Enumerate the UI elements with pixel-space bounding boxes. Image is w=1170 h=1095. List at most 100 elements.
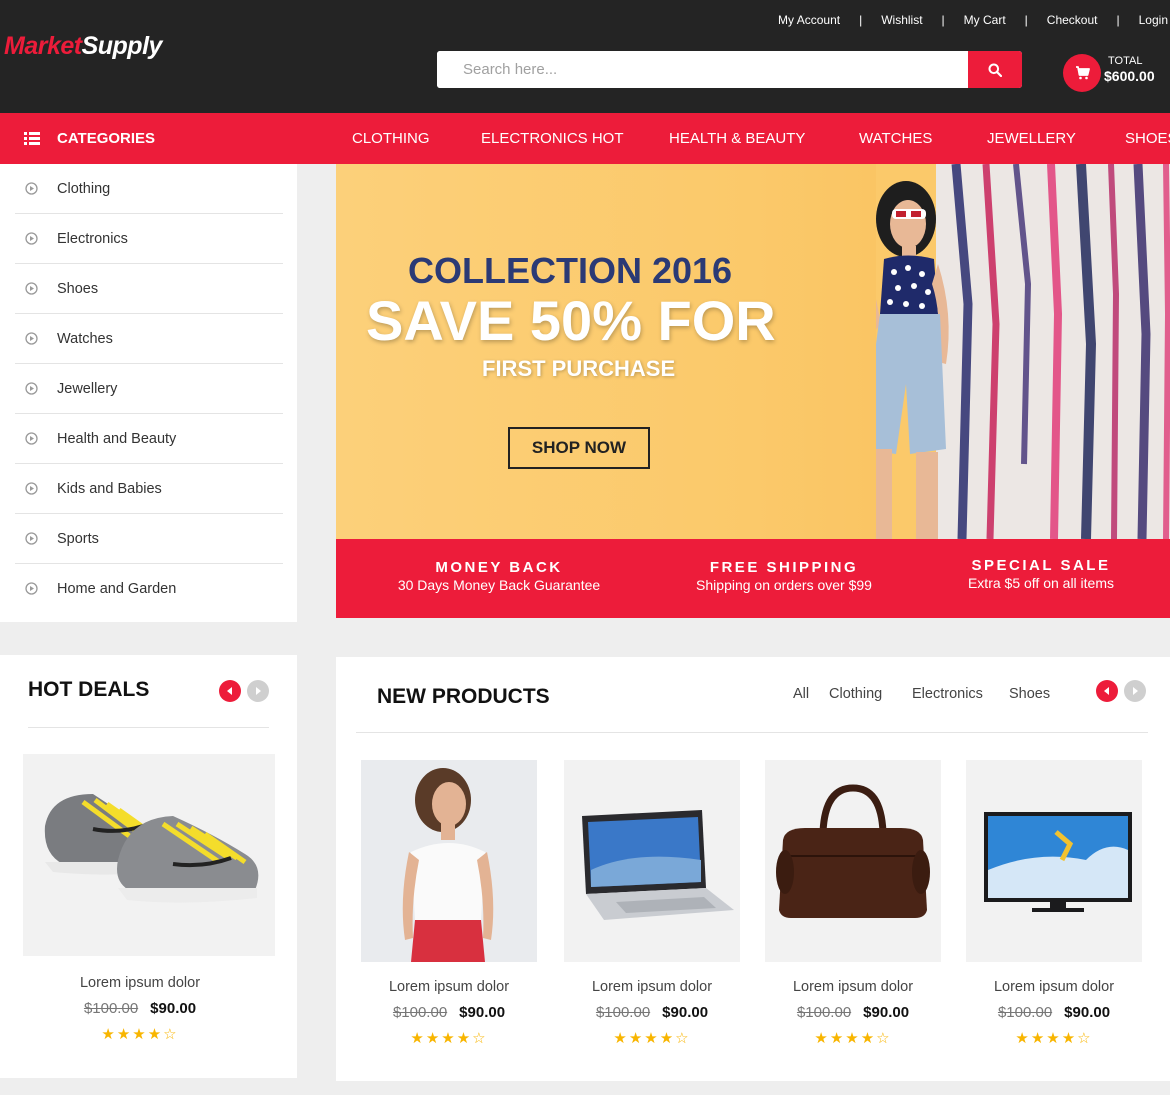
product-rating-stars: ★★★★☆: [410, 1030, 488, 1047]
product-name[interactable]: Lorem ipsum dolor: [358, 979, 540, 995]
feature-money-back: MONEY BACK 30 Days Money Back Guarantee: [393, 559, 605, 593]
feature-title: SPECIAL SALE: [971, 557, 1111, 574]
new-products-title: NEW PRODUCTS: [377, 685, 550, 708]
search-icon: [988, 63, 1002, 77]
search-button[interactable]: [968, 51, 1022, 88]
login-link[interactable]: Login: [1139, 13, 1168, 27]
feature-special-sale: SPECIAL SALE Extra $5 off on all items: [958, 557, 1124, 591]
product-image-woman[interactable]: [361, 760, 537, 962]
product-rating-stars: ★★★★☆: [1015, 1030, 1093, 1047]
nav-item-clothing[interactable]: CLOTHING: [352, 113, 430, 164]
categories-toggle[interactable]: CATEGORIES: [24, 113, 155, 164]
sidebar-item[interactable]: Electronics: [15, 214, 283, 264]
product-image-bag[interactable]: [765, 760, 941, 962]
sidebar-item[interactable]: Shoes: [15, 264, 283, 314]
circle-play-icon: [25, 382, 38, 395]
logo-part1: Market: [4, 32, 82, 60]
cart-icon: [1075, 66, 1090, 80]
caret-left-icon: [1104, 687, 1109, 695]
shop-now-button[interactable]: SHOP NOW: [508, 427, 650, 469]
tab-electronics[interactable]: Electronics: [912, 686, 983, 702]
cart-total-value: $600.00: [1104, 68, 1155, 84]
feature-subtitle: Shipping on orders over $99: [696, 577, 872, 593]
circle-play-icon: [25, 332, 38, 345]
logo-part2: Supply: [81, 32, 163, 60]
checkout-link[interactable]: Checkout: [1047, 13, 1098, 27]
product-old-price: $100.00: [392, 1004, 448, 1021]
sidebar-item-label: Shoes: [57, 280, 99, 297]
caret-left-icon: [227, 687, 232, 695]
product-rating-stars: ★★★★☆: [613, 1030, 691, 1047]
tab-all[interactable]: All: [793, 686, 809, 702]
circle-play-icon: [25, 432, 38, 445]
top-links: My Account | Wishlist | My Cart | Checko…: [778, 13, 1168, 27]
product-price: $100.00 $90.00: [963, 1004, 1145, 1021]
sidebar-item-label: Electronics: [57, 230, 128, 247]
product-name[interactable]: Lorem ipsum dolor: [963, 979, 1145, 995]
feature-subtitle: Extra $5 off on all items: [967, 575, 1115, 591]
sidebar-item-label: Clothing: [57, 180, 111, 197]
nav-item-health-beauty[interactable]: HEALTH & BEAUTY: [669, 113, 805, 164]
link-separator: |: [1024, 13, 1028, 27]
nav-item-watches[interactable]: WATCHES: [859, 113, 932, 164]
nav-item-jewellery[interactable]: JEWELLERY: [987, 113, 1076, 164]
sidebar-item[interactable]: Home and Garden: [15, 564, 283, 614]
sidebar-item[interactable]: Sports: [15, 514, 283, 564]
cart-button[interactable]: [1063, 54, 1101, 92]
feature-title: FREE SHIPPING: [709, 559, 859, 576]
product-old-price: $100.00: [796, 1004, 852, 1021]
divider: [356, 732, 1148, 733]
logo[interactable]: MarketSupply: [4, 32, 162, 61]
product-image-laptop[interactable]: [564, 760, 740, 962]
hot-deals-title: HOT DEALS: [28, 678, 150, 701]
feature-title: MONEY BACK: [435, 559, 563, 576]
wishlist-link[interactable]: Wishlist: [881, 13, 922, 27]
main-nav: CATEGORIES CLOTHING ELECTRONICS HOT HEAL…: [0, 113, 1170, 164]
hot-deals-prev-button[interactable]: [219, 680, 241, 702]
product-old-price: $100.00: [595, 1004, 651, 1021]
sidebar-item-label: Sports: [57, 530, 99, 547]
my-cart-link[interactable]: My Cart: [964, 13, 1006, 27]
product-new-price: $90.00: [150, 1000, 197, 1017]
banner-headline-2: SAVE 50% FOR: [366, 289, 776, 352]
category-sidebar: Clothing Electronics Shoes Watches Jewellery…: [0, 164, 297, 622]
feature-strip: MONEY BACK 30 Days Money Back Guarantee …: [336, 539, 1170, 618]
circle-play-icon: [25, 182, 38, 195]
banner-model-image: [876, 164, 1170, 539]
link-separator: |: [859, 13, 863, 27]
product-name[interactable]: Lorem ipsum dolor: [561, 979, 743, 995]
new-products-next-button[interactable]: [1124, 680, 1146, 702]
laptop-image: [564, 760, 740, 962]
product-price: $100.00 $90.00: [358, 1004, 540, 1021]
sidebar-item[interactable]: Clothing: [15, 164, 283, 214]
nav-item-shoes[interactable]: SHOES: [1125, 113, 1170, 164]
my-account-link[interactable]: My Account: [778, 13, 840, 27]
product-new-price: $90.00: [863, 1004, 910, 1021]
product-name[interactable]: Lorem ipsum dolor: [23, 975, 257, 991]
nav-item-electronics[interactable]: ELECTRONICS HOT: [481, 113, 624, 164]
circle-play-icon: [25, 532, 38, 545]
new-products-prev-button[interactable]: [1096, 680, 1118, 702]
circle-play-icon: [25, 232, 38, 245]
hot-deals-panel: HOT DEALS Lorem ipsum dolor $100.00 $90.0…: [0, 655, 297, 1078]
product-price: $100.00 $90.00: [23, 1000, 257, 1017]
new-products-panel: NEW PRODUCTS All Clothing Electronics Sh…: [336, 657, 1170, 1081]
search-input[interactable]: [437, 51, 968, 88]
product-new-price: $90.00: [459, 1004, 506, 1021]
sidebar-item-label: Home and Garden: [57, 581, 177, 597]
sidebar-item[interactable]: Watches: [15, 314, 283, 364]
hot-deals-next-button[interactable]: [247, 680, 269, 702]
sidebar-item[interactable]: Health and Beauty: [15, 414, 283, 464]
product-rating-stars: ★★★★☆: [101, 1026, 179, 1043]
tab-shoes[interactable]: Shoes: [1009, 686, 1050, 702]
sidebar-item[interactable]: Jewellery: [15, 364, 283, 414]
product-image-sneakers[interactable]: [23, 754, 275, 956]
circle-play-icon: [25, 282, 38, 295]
product-image-tv[interactable]: [966, 760, 1142, 962]
product-new-price: $90.00: [1064, 1004, 1111, 1021]
sidebar-item[interactable]: Kids and Babies: [15, 464, 283, 514]
product-name[interactable]: Lorem ipsum dolor: [762, 979, 944, 995]
categories-label: CATEGORIES: [57, 130, 156, 147]
banner-headline-1: COLLECTION 2016: [408, 250, 733, 291]
tab-clothing[interactable]: Clothing: [829, 686, 882, 702]
